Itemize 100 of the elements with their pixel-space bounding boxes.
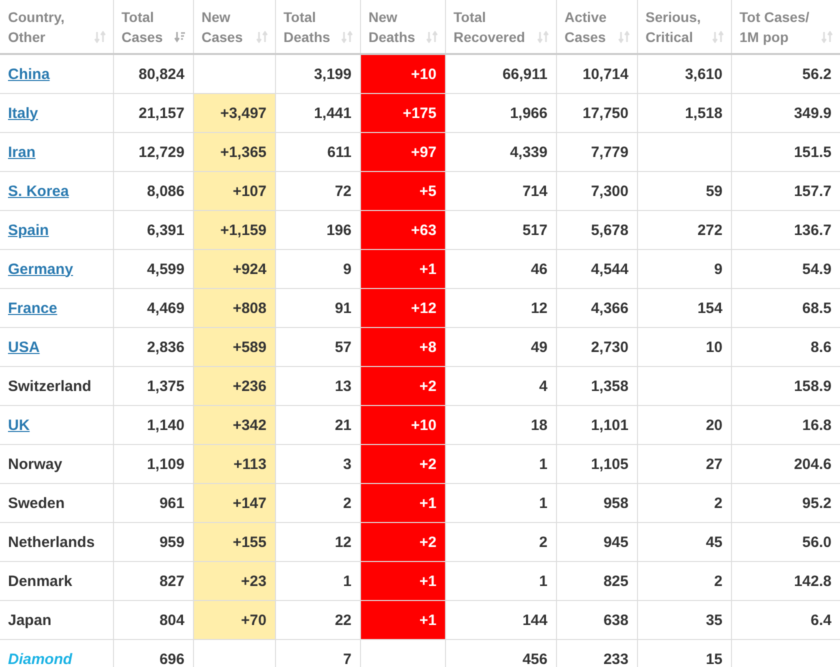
table-cell: 6.4 bbox=[810, 612, 832, 628]
table-cell: 157.7 bbox=[794, 182, 832, 200]
table-cell: 72 bbox=[334, 182, 352, 200]
table-cell: 18 bbox=[530, 416, 548, 434]
column-header[interactable]: Total Recovered bbox=[454, 6, 526, 46]
table-cell: 21,157 bbox=[138, 104, 184, 122]
country-link[interactable]: France bbox=[8, 300, 58, 316]
table-cell: 9 bbox=[714, 260, 722, 278]
table-cell: 144 bbox=[522, 612, 548, 628]
table-cell: 35 bbox=[706, 612, 722, 628]
table-cell: 12 bbox=[530, 300, 548, 316]
country-link[interactable]: Spain bbox=[8, 222, 49, 238]
table-cell: 696 bbox=[159, 650, 184, 667]
country-link[interactable]: S. Korea bbox=[8, 182, 69, 200]
sort-icon[interactable] bbox=[256, 30, 268, 42]
table-cell: 4 bbox=[539, 378, 548, 394]
table-cell: +175 bbox=[402, 104, 436, 122]
column-header[interactable]: Tot Cases/ 1M pop bbox=[740, 6, 810, 46]
table-cell: 46 bbox=[530, 260, 548, 278]
sort-icon[interactable] bbox=[426, 30, 438, 42]
table-cell: 9 bbox=[343, 260, 352, 278]
column-header[interactable]: New Deaths bbox=[368, 6, 416, 46]
table-cell: 1,140 bbox=[146, 416, 184, 434]
table-cell: 272 bbox=[697, 222, 722, 238]
table-cell: +1,365 bbox=[220, 144, 266, 160]
table-cell: 10,714 bbox=[582, 66, 628, 82]
table-cell: 13 bbox=[334, 378, 352, 394]
sort-icon[interactable] bbox=[712, 30, 724, 42]
table-cell: 714 bbox=[522, 182, 548, 200]
table-cell: 54.9 bbox=[802, 260, 832, 278]
table-cell: 12,729 bbox=[138, 144, 184, 160]
table-cell: 66,911 bbox=[502, 66, 548, 82]
table-cell: 3,610 bbox=[684, 66, 722, 82]
table-cell: 3 bbox=[343, 456, 352, 472]
sort-icon[interactable] bbox=[820, 30, 832, 42]
country-link[interactable]: Germany bbox=[8, 260, 74, 278]
table-cell: 827 bbox=[159, 572, 184, 590]
sort-icon[interactable] bbox=[94, 30, 106, 42]
country-name: Norway bbox=[8, 456, 62, 472]
sort-icon[interactable] bbox=[618, 30, 630, 42]
country-link[interactable]: Italy bbox=[8, 104, 38, 122]
table-cell: +12 bbox=[411, 300, 436, 316]
country-name: Diamond bbox=[8, 650, 72, 667]
table-cell: +107 bbox=[232, 182, 266, 200]
column-header[interactable]: New Cases bbox=[202, 6, 243, 46]
table-cell: +3,497 bbox=[220, 104, 266, 122]
table-cell: 2,836 bbox=[146, 338, 184, 356]
table-cell: 349.9 bbox=[794, 104, 832, 122]
table-cell: 1,105 bbox=[590, 456, 628, 472]
sort-icon[interactable] bbox=[536, 30, 548, 42]
table-cell: 151.5 bbox=[794, 144, 832, 160]
table-cell: +924 bbox=[232, 260, 266, 278]
sort-icon[interactable] bbox=[340, 30, 352, 42]
table-cell: 80,824 bbox=[138, 66, 184, 82]
table-cell: 7 bbox=[343, 650, 352, 667]
column-header[interactable]: Country, Other bbox=[8, 6, 65, 46]
table-cell: 91 bbox=[334, 300, 352, 316]
table-cell: 2 bbox=[714, 572, 722, 590]
country-link[interactable]: China bbox=[8, 66, 50, 82]
table-cell: +1 bbox=[419, 572, 436, 590]
table-cell: +147 bbox=[232, 494, 266, 512]
table-cell: 1,109 bbox=[146, 456, 184, 472]
table-cell: 21 bbox=[334, 416, 352, 434]
table-cell: 4,544 bbox=[590, 260, 628, 278]
table-cell: 1 bbox=[343, 572, 352, 590]
table-cell: 961 bbox=[159, 494, 184, 512]
table-cell: 1 bbox=[539, 456, 548, 472]
table-cell: +589 bbox=[232, 338, 266, 356]
table-cell: 5,678 bbox=[590, 222, 628, 238]
table-cell: 7,779 bbox=[590, 144, 628, 160]
table-cell: +2 bbox=[419, 378, 436, 394]
country-link[interactable]: USA bbox=[8, 338, 40, 356]
table-cell: 456 bbox=[522, 650, 548, 667]
table-cell: 959 bbox=[159, 534, 184, 550]
column-header[interactable]: Total Cases bbox=[122, 6, 163, 46]
table-cell: 15 bbox=[706, 650, 722, 667]
table-cell: 4,366 bbox=[590, 300, 628, 316]
sort-descending-icon[interactable] bbox=[174, 30, 186, 42]
column-header[interactable]: Serious, Critical bbox=[646, 6, 701, 46]
table-cell: +97 bbox=[411, 144, 436, 160]
table-cell: 158.9 bbox=[794, 378, 832, 394]
column-header[interactable]: Total Deaths bbox=[284, 6, 330, 46]
table-cell: 68.5 bbox=[802, 300, 832, 316]
table-cell: 136.7 bbox=[794, 222, 832, 238]
table-cell: 22 bbox=[334, 612, 352, 628]
column-header[interactable]: Active Cases bbox=[564, 6, 607, 46]
table-cell: 59 bbox=[706, 182, 722, 200]
table-cell: 2,730 bbox=[590, 338, 628, 356]
table-cell: +8 bbox=[419, 338, 436, 356]
table-cell: 1 bbox=[539, 572, 548, 590]
country-link[interactable]: UK bbox=[8, 416, 30, 434]
table-cell: 1,966 bbox=[510, 104, 548, 122]
table-cell: 958 bbox=[603, 494, 628, 512]
table-cell: +63 bbox=[411, 222, 436, 238]
table-cell: 1,518 bbox=[684, 104, 722, 122]
country-link[interactable]: Iran bbox=[8, 144, 36, 160]
table-cell: 1,375 bbox=[146, 378, 184, 394]
country-name: Netherlands bbox=[8, 534, 95, 550]
table-cell: 233 bbox=[603, 650, 628, 667]
table-cell: 3,199 bbox=[314, 66, 352, 82]
